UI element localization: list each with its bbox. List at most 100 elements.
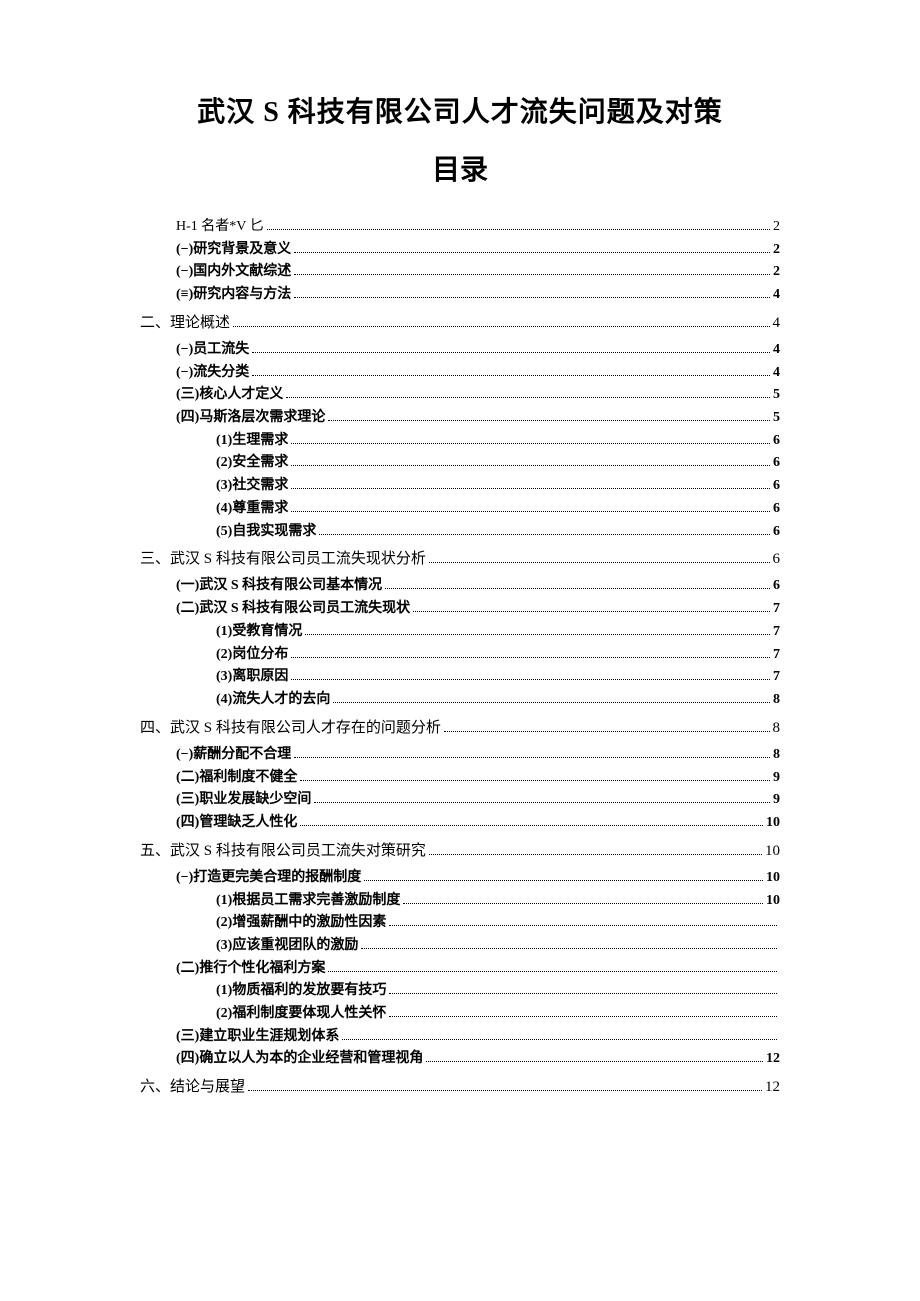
toc-entry: (−)国内外文献综述 2 bbox=[176, 261, 780, 283]
toc-entry-page: 10 bbox=[765, 840, 780, 863]
toc-entry-label: (二)推行个性化福利方案 bbox=[176, 958, 325, 980]
toc-entry-label: (3)离职原因 bbox=[216, 666, 288, 688]
toc-entry-label: (−)研究背景及意义 bbox=[176, 239, 291, 261]
toc-leader-dots bbox=[294, 747, 770, 758]
toc-leader-dots bbox=[426, 1052, 763, 1063]
toc-entry-label: 五、武汉 S 科技有限公司员工流失对策研究 bbox=[140, 840, 426, 863]
toc-entry: 六、结论与展望12 bbox=[140, 1076, 780, 1099]
toc-entry: (2)安全需求6 bbox=[216, 452, 780, 474]
toc-leader-dots bbox=[328, 961, 777, 972]
toc-entry-page: 6 bbox=[773, 575, 780, 597]
toc-entry-page: 6 bbox=[773, 548, 781, 571]
toc-entry-page: 7 bbox=[773, 598, 780, 620]
toc-leader-dots bbox=[385, 579, 770, 590]
toc-entry-label: 三、武汉 S 科技有限公司员工流失现状分析 bbox=[140, 548, 426, 571]
toc-entry-label: 二、理论概述 bbox=[140, 312, 230, 335]
toc-entry-label: (1)物质福利的发放要有技巧 bbox=[216, 980, 386, 1002]
toc-leader-dots bbox=[294, 287, 770, 298]
toc-leader-dots bbox=[267, 219, 770, 230]
toc-entry-page: 2 bbox=[773, 261, 780, 283]
toc-leader-dots bbox=[252, 342, 770, 353]
toc-leader-dots bbox=[389, 915, 777, 926]
toc-entry-label: (−)国内外文献综述 bbox=[176, 261, 291, 283]
toc-entry-label: (一)武汉 S 科技有限公司基本情况 bbox=[176, 575, 382, 597]
toc-entry-label: (1)受教育情况 bbox=[216, 621, 302, 643]
toc-entry-label: (四)马斯洛层次需求理论 bbox=[176, 407, 325, 429]
toc-entry-page: 10 bbox=[766, 867, 780, 889]
toc-entry-page: 4 bbox=[773, 339, 780, 361]
toc-entry: (四)马斯洛层次需求理论 5 bbox=[176, 407, 780, 429]
toc-entry-label: (5)自我实现需求 bbox=[216, 521, 316, 543]
toc-entry-page: 4 bbox=[773, 284, 780, 306]
toc-entry: (二)推行个性化福利方案 bbox=[176, 958, 780, 980]
toc-entry-label: (1)生理需求 bbox=[216, 430, 288, 452]
toc-entry: H-1 名者*V 匕2 bbox=[176, 216, 780, 238]
toc-leader-dots bbox=[291, 433, 770, 444]
toc-entry-page: 9 bbox=[773, 789, 780, 811]
toc-entry-label: (三)建立职业生涯规划体系 bbox=[176, 1026, 339, 1048]
toc-entry: (−)流失分类4 bbox=[176, 362, 780, 384]
toc-entry: 三、武汉 S 科技有限公司员工流失现状分析 6 bbox=[140, 548, 780, 571]
toc-entry-page: 8 bbox=[773, 689, 780, 711]
toc-leader-dots bbox=[389, 983, 777, 994]
toc-entry-page: 7 bbox=[773, 666, 780, 688]
toc-leader-dots bbox=[294, 265, 770, 276]
toc-entry-label: (2)增强薪酬中的激励性因素 bbox=[216, 912, 386, 934]
toc-entry: (二)福利制度不健全9 bbox=[176, 767, 780, 789]
toc-entry: (2)福利制度要体现人性关怀 bbox=[216, 1003, 780, 1025]
toc-leader-dots bbox=[361, 938, 777, 949]
toc-entry-label: (三)职业发展缺少空间 bbox=[176, 789, 311, 811]
toc-leader-dots bbox=[291, 501, 770, 512]
toc-entry: (4)流失人才的去向 8 bbox=[216, 689, 780, 711]
toc-entry-label: (三)核心人才定义 bbox=[176, 384, 283, 406]
toc-entry-label: (−)薪酬分配不合理 bbox=[176, 744, 291, 766]
toc-leader-dots bbox=[429, 843, 762, 855]
toc-entry: (−)打造更完美合理的报酬制度10 bbox=[176, 867, 780, 889]
toc-entry-page: 5 bbox=[773, 407, 780, 429]
toc-leader-dots bbox=[300, 815, 763, 826]
toc-entry-page: 4 bbox=[773, 362, 780, 384]
toc-leader-dots bbox=[314, 792, 770, 803]
toc-entry-page: 12 bbox=[765, 1076, 780, 1099]
toc-entry: (四)管理缺乏人性化10 bbox=[176, 812, 780, 834]
toc-entry-label: (3)应该重视团队的激励 bbox=[216, 935, 358, 957]
toc-leader-dots bbox=[364, 870, 763, 881]
toc-entry: (一)武汉 S 科技有限公司基本情况 6 bbox=[176, 575, 780, 597]
toc-entry: (−)薪酬分配不合理8 bbox=[176, 744, 780, 766]
toc-entry-label: (四)确立以人为本的企业经营和管理视角 bbox=[176, 1048, 423, 1070]
toc-leader-dots bbox=[300, 770, 770, 781]
toc-entry-page: 6 bbox=[773, 475, 780, 497]
toc-leader-dots bbox=[389, 1006, 777, 1017]
toc-entry: (二)武汉 S 科技有限公司员工流失现状 7 bbox=[176, 598, 780, 620]
document-title: 武汉 S 科技有限公司人才流失问题及对策 bbox=[140, 90, 780, 130]
toc-leader-dots bbox=[248, 1080, 762, 1092]
toc-leader-dots bbox=[413, 601, 770, 612]
toc-entry-page: 7 bbox=[773, 621, 780, 643]
toc-entry: (3)社交需求 6 bbox=[216, 475, 780, 497]
toc-entry: (5)自我实现需求6 bbox=[216, 521, 780, 543]
toc-entry-label: (4)流失人才的去向 bbox=[216, 689, 330, 711]
toc-leader-dots bbox=[403, 893, 763, 904]
toc-entry-label: (二)福利制度不健全 bbox=[176, 767, 297, 789]
toc-entry-page: 10 bbox=[766, 890, 780, 912]
toc-entry-page: 12 bbox=[766, 1048, 780, 1070]
toc-leader-dots bbox=[291, 669, 770, 680]
toc-entry-label: (二)武汉 S 科技有限公司员工流失现状 bbox=[176, 598, 410, 620]
toc-leader-dots bbox=[429, 552, 770, 564]
toc-entry: (三)核心人才定义5 bbox=[176, 384, 780, 406]
toc-leader-dots bbox=[291, 647, 770, 658]
toc-entry-label: 四、武汉 S 科技有限公司人才存在的问题分析 bbox=[140, 717, 441, 740]
toc-leader-dots bbox=[342, 1029, 777, 1040]
toc-entry: 五、武汉 S 科技有限公司员工流失对策研究 10 bbox=[140, 840, 780, 863]
toc-entry-page: 6 bbox=[773, 430, 780, 452]
toc-entry-label: (2)安全需求 bbox=[216, 452, 288, 474]
toc-entry-label: (≡)研究内容与方法 bbox=[176, 284, 291, 306]
toc-entry: (四)确立以人为本的企业经营和管理视角 12 bbox=[176, 1048, 780, 1070]
toc-entry: (−)员工流失4 bbox=[176, 339, 780, 361]
toc-entry: 四、武汉 S 科技有限公司人才存在的问题分析8 bbox=[140, 717, 780, 740]
toc-entry: (2)岗位分布7 bbox=[216, 644, 780, 666]
toc-entry-label: (3)社交需求 bbox=[216, 475, 288, 497]
toc-entry: (1)受教育情况 7 bbox=[216, 621, 780, 643]
toc-entry-page: 6 bbox=[773, 498, 780, 520]
toc-entry: (≡)研究内容与方法 4 bbox=[176, 284, 780, 306]
